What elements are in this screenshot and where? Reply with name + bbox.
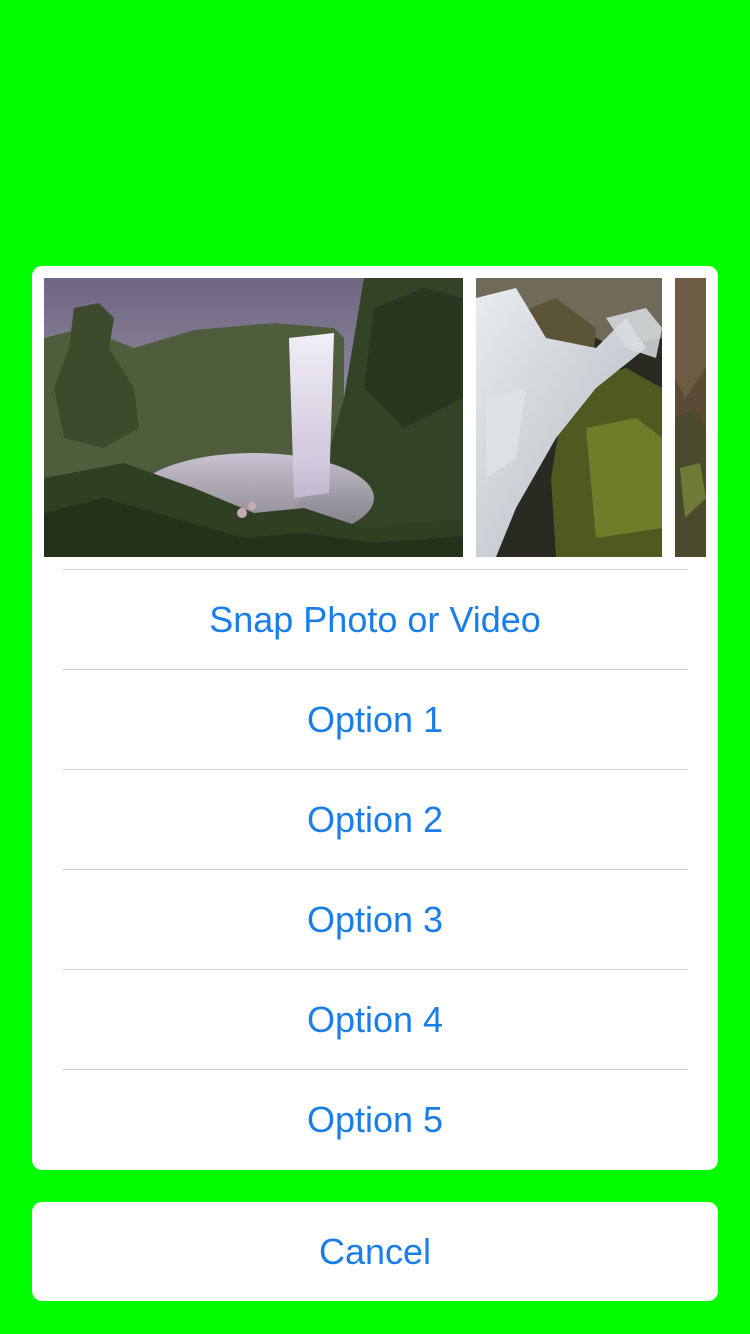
option-1-label: Option 1	[306, 699, 444, 740]
option-4-label: Option 4	[306, 999, 444, 1040]
option-1-button[interactable]: Option 1	[32, 670, 718, 770]
option-5-button[interactable]: Option 5	[32, 1070, 718, 1170]
waterfall-canyon-photo	[44, 278, 463, 557]
partial-rock-photo	[675, 278, 706, 557]
rapids-rocks-photo	[476, 278, 662, 557]
cancel-label: Cancel	[318, 1230, 432, 1272]
photo-action-sheet: Snap Photo or Video Option 1 Option 2 Op…	[32, 266, 718, 1170]
cancel-button[interactable]: Cancel	[32, 1202, 718, 1301]
option-4-button[interactable]: Option 4	[32, 970, 718, 1070]
option-2-label: Option 2	[306, 799, 444, 840]
option-5-label: Option 5	[306, 1099, 444, 1140]
photo-thumbnail-1[interactable]	[44, 278, 463, 557]
option-2-button[interactable]: Option 2	[32, 770, 718, 870]
option-3-button[interactable]: Option 3	[32, 870, 718, 970]
photo-thumbnail-2[interactable]	[476, 278, 662, 557]
snap-photo-or-video-label: Snap Photo or Video	[209, 599, 541, 640]
option-3-label: Option 3	[306, 899, 444, 940]
photo-thumbnail-3[interactable]	[675, 278, 706, 557]
photo-carousel[interactable]	[32, 266, 718, 569]
snap-photo-or-video-button[interactable]: Snap Photo or Video	[32, 570, 718, 670]
